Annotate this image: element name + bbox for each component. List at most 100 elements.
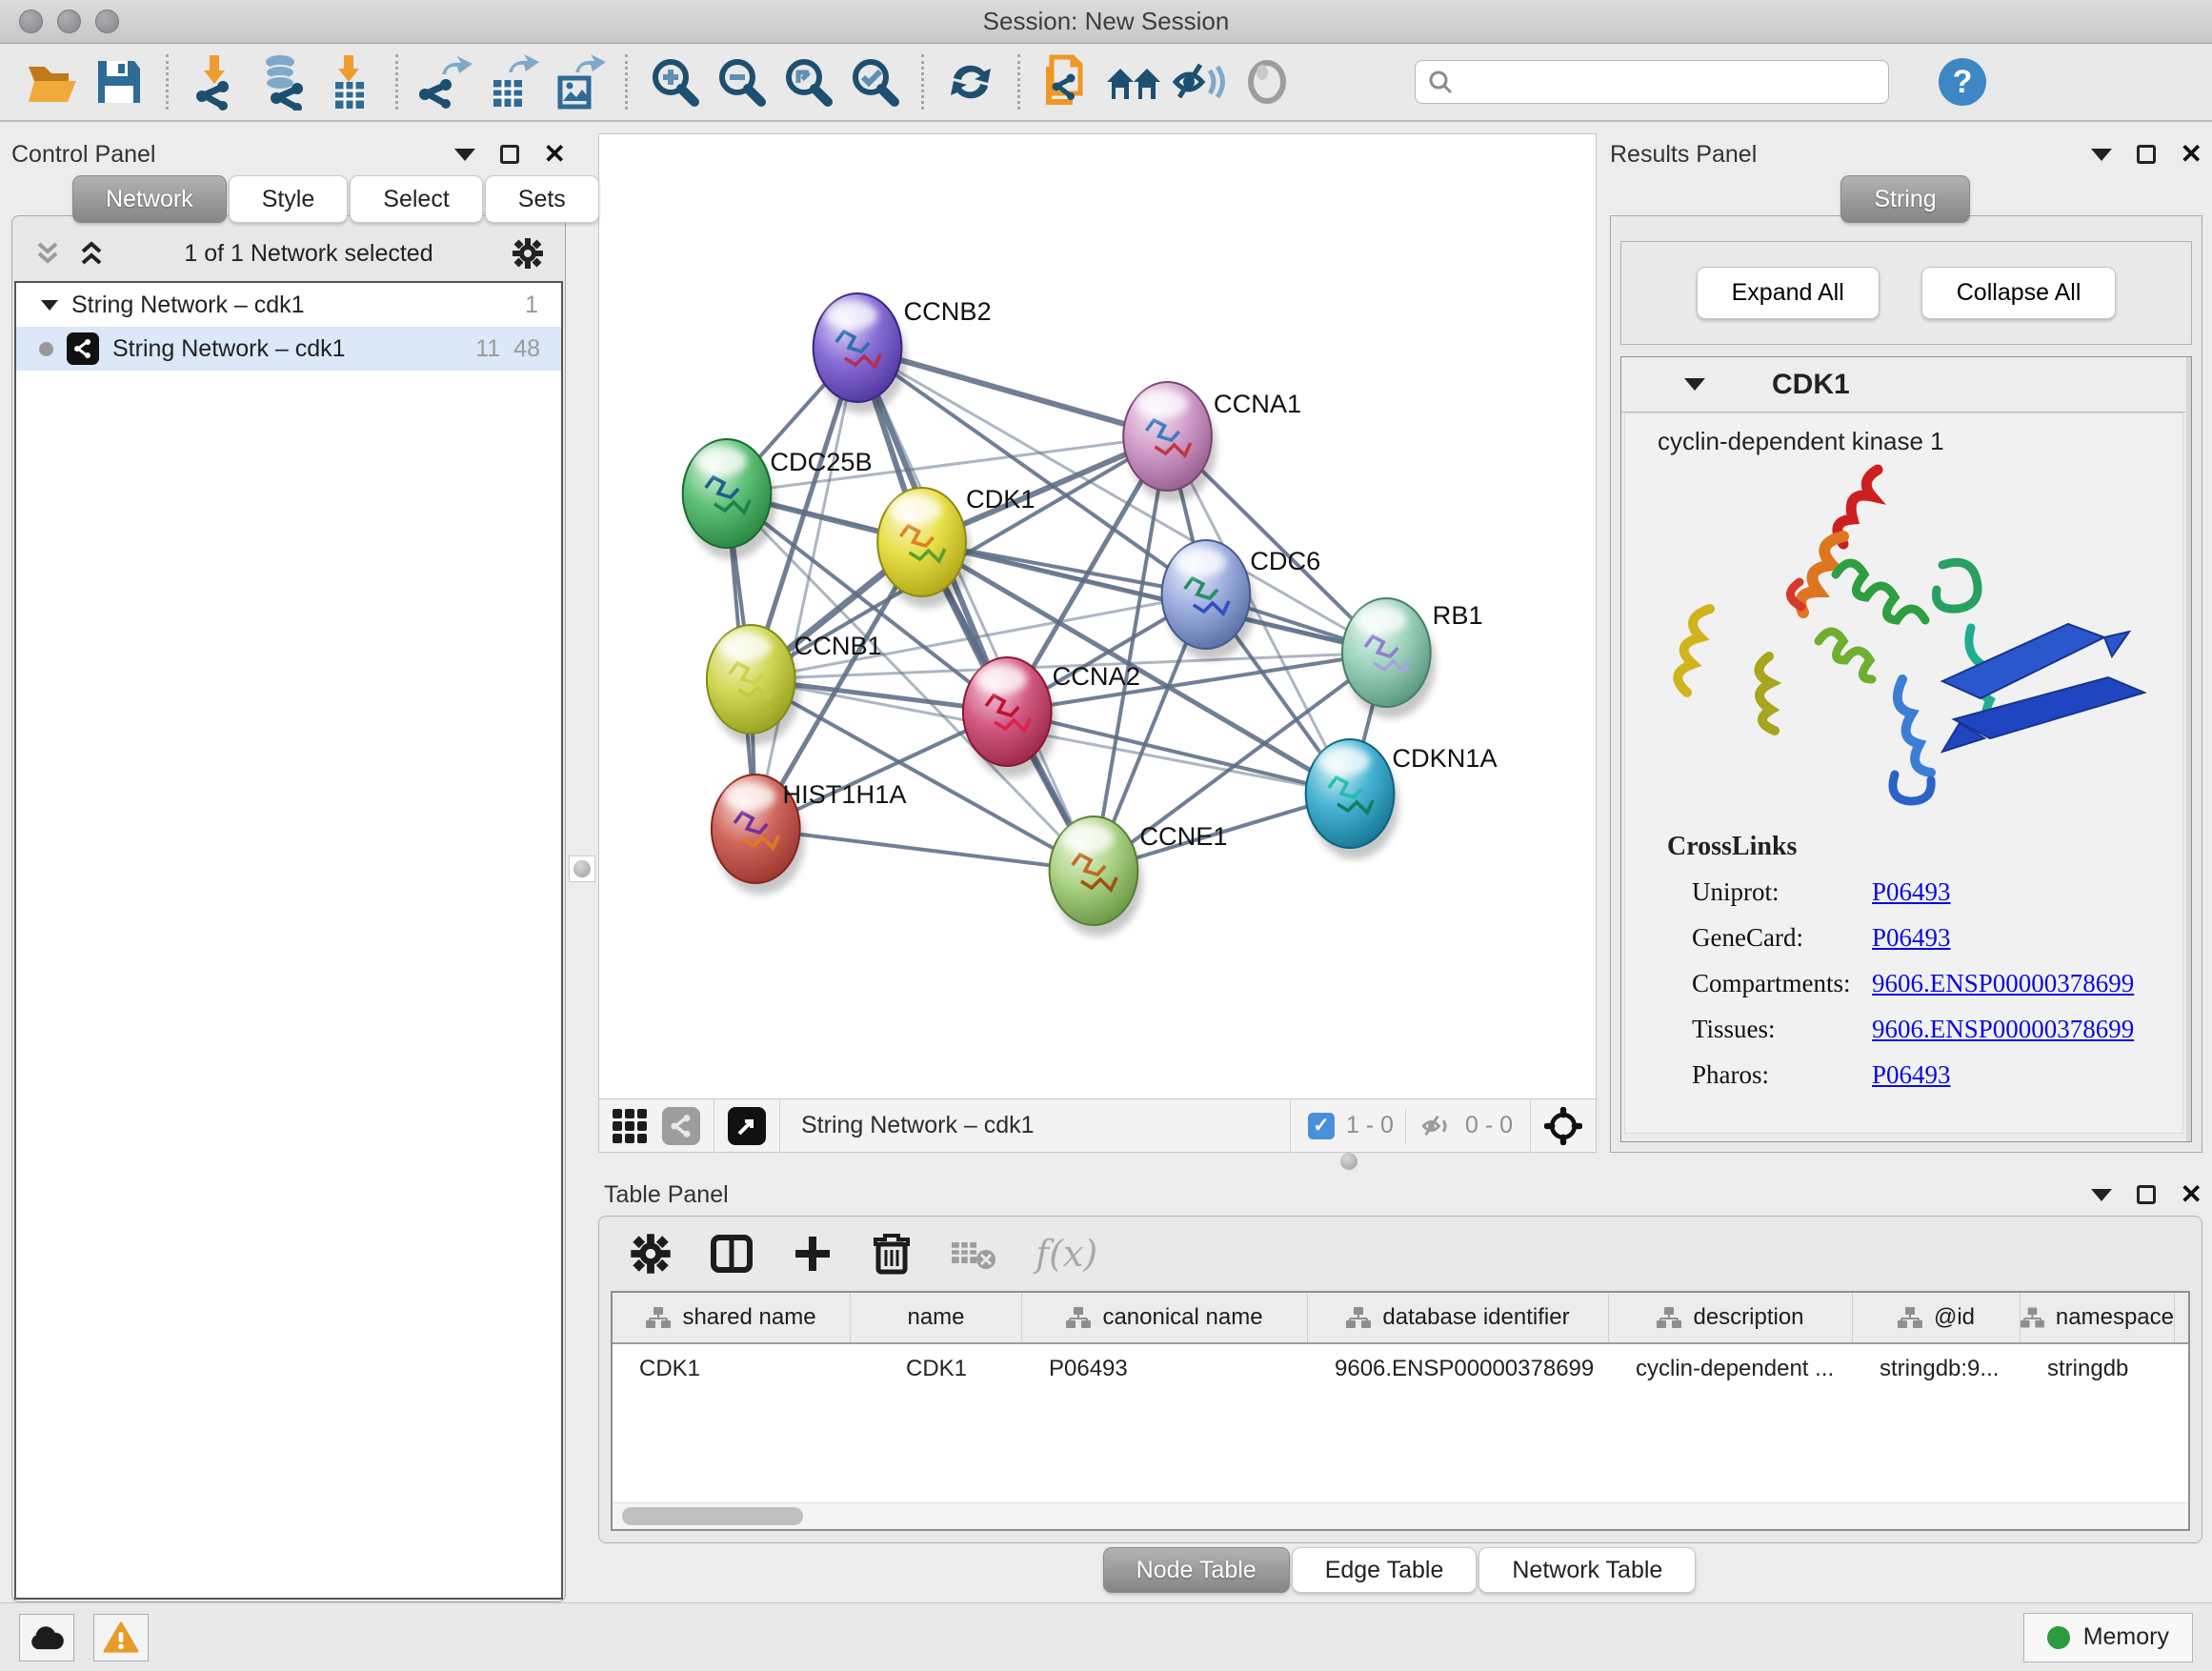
crosslink-link[interactable]: P06493 — [1872, 1060, 1951, 1090]
panel-menu-icon[interactable] — [2091, 1189, 2112, 1201]
zoom-in-button[interactable] — [641, 50, 708, 113]
float-panel-icon[interactable] — [2137, 145, 2156, 164]
column-header-description[interactable]: description — [1609, 1293, 1853, 1342]
column-header-shared-name[interactable]: shared name — [613, 1293, 851, 1342]
expand-all-chevron-icon[interactable] — [77, 239, 106, 268]
splitter-collapse-handle[interactable] — [1337, 1149, 1361, 1174]
delete-column-icon[interactable] — [872, 1232, 912, 1276]
table-cell[interactable]: stringdb — [2021, 1344, 2175, 1394]
tab-style[interactable]: Style — [229, 175, 349, 223]
network-node-cdkn1a[interactable]: CDKN1A — [1306, 739, 1498, 859]
table-options-gear-icon[interactable] — [630, 1233, 672, 1275]
warnings-button[interactable] — [93, 1614, 149, 1661]
add-column-icon[interactable] — [792, 1233, 834, 1275]
birds-eye-view-icon[interactable] — [613, 1109, 647, 1143]
clone-network-button[interactable] — [1034, 50, 1100, 113]
float-panel-icon[interactable] — [500, 145, 519, 164]
column-header-database-identifier[interactable]: database identifier — [1308, 1293, 1609, 1342]
search-input[interactable] — [1463, 69, 1877, 95]
table-cell[interactable]: cyclin-dependent ... — [1609, 1344, 1853, 1394]
crosslink-link[interactable]: P06493 — [1872, 877, 1951, 907]
apply-layout-button[interactable] — [937, 50, 1004, 113]
table-row[interactable]: CDK1CDK1P064939606.ENSP00000378699cyclin… — [613, 1344, 2188, 1394]
app-store-status-button[interactable] — [19, 1614, 74, 1661]
splitter-collapse-handle[interactable] — [569, 856, 595, 882]
column-header-canonical-name[interactable]: canonical name — [1022, 1293, 1308, 1342]
column-header--id[interactable]: @id — [1853, 1293, 2021, 1342]
scrollbar-thumb[interactable] — [622, 1507, 803, 1525]
network-row[interactable]: String Network – cdk1 11 48 — [16, 327, 561, 371]
close-panel-icon[interactable]: ✕ — [544, 145, 566, 164]
network-node-ccna1[interactable]: CCNA1 — [1123, 382, 1301, 502]
memory-button[interactable]: Memory — [2023, 1613, 2193, 1662]
hide-graphics-button[interactable] — [1167, 50, 1234, 113]
network-options-gear-icon[interactable] — [512, 237, 544, 270]
network-node-rb1[interactable]: RB1 — [1342, 598, 1483, 718]
network-node-cdc25b[interactable]: CDC25B — [683, 439, 873, 559]
section-expander-icon[interactable] — [1684, 378, 1705, 391]
export-table-button[interactable] — [478, 50, 545, 113]
show-graphics-details-button[interactable] — [1234, 50, 1300, 113]
show-columns-icon[interactable] — [710, 1232, 754, 1276]
crosslink-link[interactable]: 9606.ENSP00000378699 — [1872, 1015, 2134, 1044]
detach-view-icon[interactable] — [728, 1107, 766, 1145]
table-cell[interactable]: CDK1 — [851, 1344, 1022, 1394]
tab-sets[interactable]: Sets — [485, 175, 599, 223]
expand-all-button[interactable]: Expand All — [1697, 267, 1880, 319]
network-overview-share-icon[interactable] — [662, 1107, 700, 1145]
import-network-database-button[interactable] — [249, 50, 315, 113]
network-collection-row[interactable]: String Network – cdk1 1 — [16, 283, 561, 327]
crosslink-link[interactable]: P06493 — [1872, 923, 1951, 953]
network-canvas[interactable]: CCNB2CCNA1CDC25BCDK1CDC6RB1CCNB1CCNA2CDK… — [598, 133, 1597, 1099]
network-edge[interactable] — [755, 348, 857, 829]
save-session-button[interactable] — [86, 50, 152, 113]
column-header-namespace[interactable]: namespace — [2021, 1293, 2175, 1342]
results-scrollbar[interactable] — [2186, 357, 2191, 1141]
tab-network-table[interactable]: Network Table — [1478, 1547, 1696, 1593]
tab-network[interactable]: Network — [72, 175, 227, 223]
tab-string[interactable]: String — [1840, 175, 1969, 223]
zoom-selected-button[interactable] — [841, 50, 908, 113]
zoom-window-button[interactable] — [95, 10, 119, 33]
table-horizontal-scrollbar[interactable] — [613, 1502, 2188, 1529]
network-edge[interactable] — [755, 829, 1094, 871]
search-field[interactable] — [1415, 60, 1889, 104]
network-node-ccne1[interactable]: CCNE1 — [1050, 816, 1228, 936]
center-view-crosshair-icon[interactable] — [1544, 1107, 1582, 1145]
collapse-all-chevron-icon[interactable] — [33, 239, 62, 268]
zoom-fit-button[interactable] — [774, 50, 841, 113]
zoom-out-button[interactable] — [708, 50, 774, 113]
network-node-cdk1[interactable]: CDK1 — [877, 484, 1035, 608]
selected-checkbox-icon[interactable]: ✓ — [1308, 1113, 1335, 1139]
table-cell[interactable]: 9606.ENSP00000378699 — [1308, 1344, 1609, 1394]
minimize-window-button[interactable] — [57, 10, 81, 33]
table-cell[interactable]: stringdb:9... — [1853, 1344, 2021, 1394]
help-button[interactable]: ? — [1929, 50, 1996, 113]
tab-select[interactable]: Select — [350, 175, 482, 223]
network-node-ccnb2[interactable]: CCNB2 — [814, 293, 992, 413]
panel-menu-icon[interactable] — [454, 149, 475, 161]
collection-expander-icon[interactable] — [41, 300, 58, 311]
open-session-button[interactable] — [19, 50, 86, 113]
table-cell[interactable]: CDK1 — [613, 1344, 851, 1394]
import-table-file-button[interactable] — [315, 50, 382, 113]
export-image-button[interactable] — [545, 50, 612, 113]
tab-edge-table[interactable]: Edge Table — [1292, 1547, 1478, 1593]
collapse-all-button[interactable]: Collapse All — [1921, 267, 2117, 319]
table-cell[interactable]: P06493 — [1022, 1344, 1308, 1394]
column-header-name[interactable]: name — [851, 1293, 1022, 1342]
close-window-button[interactable] — [19, 10, 43, 33]
crosslink-link[interactable]: 9606.ENSP00000378699 — [1872, 969, 2134, 998]
export-network-button[interactable] — [412, 50, 478, 113]
panel-menu-icon[interactable] — [2091, 149, 2112, 161]
string-home-button[interactable] — [1100, 50, 1167, 113]
close-panel-icon[interactable]: ✕ — [2181, 145, 2202, 164]
import-network-file-button[interactable] — [182, 50, 249, 113]
vertical-splitter[interactable] — [566, 133, 598, 1602]
network-node-ccnb1[interactable]: CCNB1 — [707, 625, 882, 745]
float-panel-icon[interactable] — [2137, 1185, 2156, 1204]
network-graph[interactable]: CCNB2CCNA1CDC25BCDK1CDC6RB1CCNB1CCNA2CDK… — [599, 134, 1596, 1098]
gene-section-header[interactable]: CDK1 — [1621, 357, 2191, 413]
horizontal-splitter[interactable] — [598, 1153, 2202, 1174]
close-panel-icon[interactable]: ✕ — [2181, 1185, 2202, 1204]
